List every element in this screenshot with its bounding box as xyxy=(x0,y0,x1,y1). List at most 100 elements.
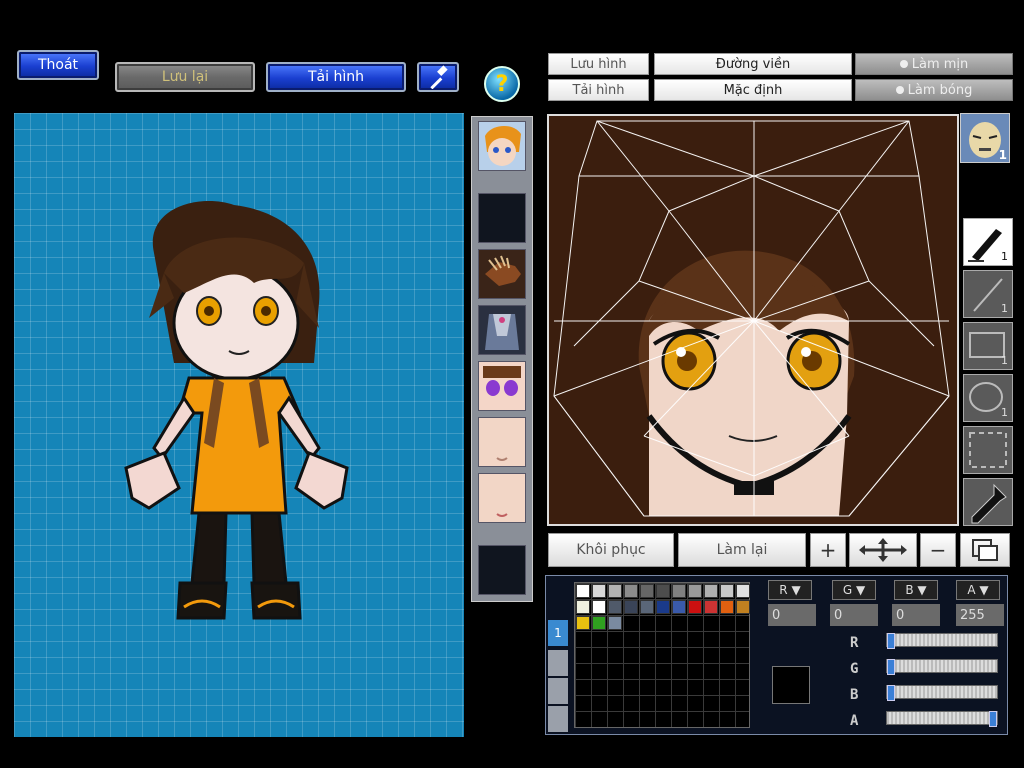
redo-button[interactable]: Làm lại xyxy=(678,533,806,567)
alpha-channel-dropdown[interactable]: A ▼ xyxy=(956,580,1000,600)
tool-count: 1 xyxy=(1001,406,1008,419)
palette-swatch[interactable] xyxy=(672,600,686,614)
palette-swatch[interactable] xyxy=(624,584,638,598)
restore-button[interactable]: Khôi phục xyxy=(548,533,674,567)
palette-swatch[interactable] xyxy=(736,600,750,614)
palette-swatch[interactable] xyxy=(608,616,622,630)
value-text: 255 xyxy=(960,607,985,623)
slider-thumb[interactable] xyxy=(887,659,895,675)
palette-tab-3[interactable] xyxy=(548,678,568,704)
help-button[interactable]: ? xyxy=(484,66,520,102)
green-slider-label: G xyxy=(850,661,859,677)
palette-swatch[interactable] xyxy=(576,584,590,598)
green-value-field[interactable]: 0 xyxy=(830,604,878,626)
channel-label: B xyxy=(905,583,914,597)
palette-swatch[interactable] xyxy=(688,600,702,614)
hammer-button[interactable] xyxy=(417,62,459,92)
part-slot-fish[interactable] xyxy=(478,249,526,299)
creature-thumbnail xyxy=(479,250,525,298)
palette-swatch[interactable] xyxy=(592,600,606,614)
tab-label: Lưu hình xyxy=(570,56,627,72)
green-channel-dropdown[interactable]: G ▼ xyxy=(832,580,876,600)
palette-swatch[interactable] xyxy=(608,600,622,614)
avatar[interactable]: 1 xyxy=(960,113,1010,163)
palette-swatch[interactable] xyxy=(640,600,654,614)
rectangle-tool-button[interactable]: 1 xyxy=(963,322,1013,370)
palette-swatch[interactable] xyxy=(592,616,606,630)
palette-swatch[interactable] xyxy=(688,584,702,598)
part-slot-eyes[interactable] xyxy=(478,361,526,411)
slider-thumb[interactable] xyxy=(989,711,997,727)
blue-slider-label: B xyxy=(850,687,859,703)
layer-button[interactable] xyxy=(960,533,1010,567)
part-slot-hair-face[interactable] xyxy=(478,121,526,171)
plus-icon: + xyxy=(819,538,837,562)
palette-grid[interactable] xyxy=(574,582,750,728)
select-tool-button[interactable] xyxy=(963,426,1013,474)
red-slider-label: R xyxy=(850,635,859,651)
exit-button[interactable]: Thoát xyxy=(17,50,99,80)
zoom-out-button[interactable]: − xyxy=(920,533,956,567)
palette-swatch[interactable] xyxy=(704,600,718,614)
tab-save-image[interactable]: Lưu hình xyxy=(548,53,649,75)
red-value-field[interactable]: 0 xyxy=(768,604,816,626)
value-text: 0 xyxy=(834,607,843,623)
ellipse-tool-button[interactable]: 1 xyxy=(963,374,1013,422)
alpha-slider[interactable] xyxy=(886,711,998,727)
pen-tool-button[interactable]: 1 xyxy=(963,218,1013,266)
chevron-down-icon: ▼ xyxy=(975,583,989,597)
palette-swatch[interactable] xyxy=(576,616,590,630)
chevron-down-icon: ▼ xyxy=(913,583,927,597)
save-button[interactable]: Lưu lại xyxy=(115,62,255,92)
radio-dot-icon xyxy=(895,86,904,94)
palette-swatch[interactable] xyxy=(720,600,734,614)
tab-load-image[interactable]: Tải hình xyxy=(548,79,649,101)
part-slot-face-1[interactable] xyxy=(478,417,526,467)
eyedropper-tool-button[interactable] xyxy=(963,478,1013,526)
alpha-value-field[interactable]: 255 xyxy=(956,604,1004,626)
tab-smooth[interactable]: Làm mịn xyxy=(855,53,1013,75)
load-image-button[interactable]: Tải hình xyxy=(266,62,406,92)
tab-label: Làm bóng xyxy=(907,82,973,98)
character-preview xyxy=(124,201,349,620)
blue-value-field[interactable]: 0 xyxy=(892,604,940,626)
green-slider[interactable] xyxy=(886,659,998,675)
tab-label: Tải hình xyxy=(572,82,625,98)
part-slot-empty-1[interactable] xyxy=(478,193,526,243)
radio-dot-icon xyxy=(899,60,908,68)
palette-swatch[interactable] xyxy=(704,584,718,598)
redo-label: Làm lại xyxy=(716,542,768,558)
blue-slider[interactable] xyxy=(886,685,998,701)
part-slot-empty-2[interactable] xyxy=(478,545,526,595)
tab-outline[interactable]: Đường viền xyxy=(654,53,852,75)
palette-swatch[interactable] xyxy=(608,584,622,598)
palette-swatch[interactable] xyxy=(576,600,590,614)
tab-shine[interactable]: Làm bóng xyxy=(855,79,1013,101)
move-button[interactable] xyxy=(849,533,917,567)
face-texture xyxy=(549,116,957,524)
red-slider[interactable] xyxy=(886,633,998,649)
palette-tab-1[interactable]: 1 xyxy=(548,620,568,646)
palette-swatch[interactable] xyxy=(656,584,670,598)
palette-swatch[interactable] xyxy=(736,584,750,598)
slider-thumb[interactable] xyxy=(887,633,895,649)
palette-tab-4[interactable] xyxy=(548,706,568,732)
current-color-swatch xyxy=(772,666,810,704)
blue-channel-dropdown[interactable]: B ▼ xyxy=(894,580,938,600)
face-editor-canvas[interactable] xyxy=(547,114,959,526)
part-slot-outfit[interactable] xyxy=(478,305,526,355)
palette-tab-2[interactable] xyxy=(548,650,568,676)
palette-swatch[interactable] xyxy=(592,584,606,598)
tab-default[interactable]: Mặc định xyxy=(654,79,852,101)
palette-swatch[interactable] xyxy=(624,600,638,614)
part-slot-face-2[interactable] xyxy=(478,473,526,523)
palette-swatch[interactable] xyxy=(656,600,670,614)
line-tool-button[interactable]: 1 xyxy=(963,270,1013,318)
palette-swatch[interactable] xyxy=(640,584,654,598)
slider-thumb[interactable] xyxy=(887,685,895,701)
zoom-in-button[interactable]: + xyxy=(810,533,846,567)
palette-swatch[interactable] xyxy=(672,584,686,598)
palette-swatch[interactable] xyxy=(720,584,734,598)
red-channel-dropdown[interactable]: R ▼ xyxy=(768,580,812,600)
tool-count: 1 xyxy=(1001,250,1008,263)
